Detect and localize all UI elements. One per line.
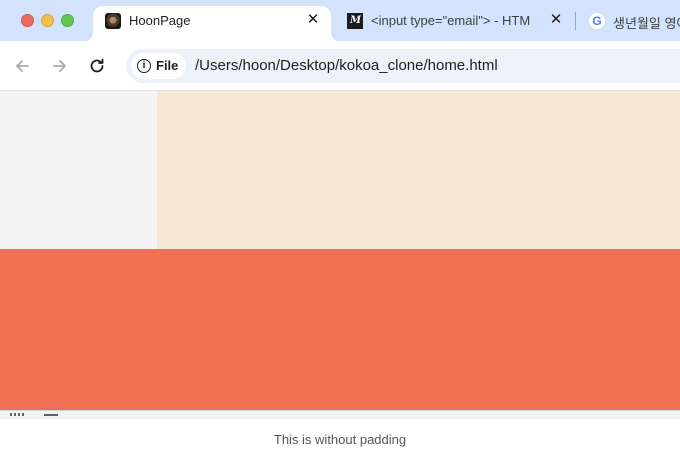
left-box (0, 91, 157, 249)
tab-hoonpage[interactable]: HoonPage ✕ (93, 6, 331, 42)
window-maximize-button[interactable] (61, 14, 74, 27)
drag-handle-icon[interactable] (10, 413, 26, 416)
mdn-icon: M (347, 13, 363, 29)
browser-toolbar: i File /Users/hoon/Desktop/kokoa_clone/h… (0, 41, 680, 91)
coral-box (0, 249, 680, 410)
window-minimize-button[interactable] (41, 14, 54, 27)
window-close-button[interactable] (21, 14, 34, 27)
tab-google-search[interactable]: G 생년월일 영어 (589, 6, 680, 36)
tab-mdn-input-email[interactable]: M <input type="email"> - HTM ✕ (347, 6, 569, 36)
tab-separator (575, 12, 576, 30)
tab-title: 생년월일 영어 (613, 16, 680, 31)
back-button[interactable] (12, 56, 32, 76)
devtools-strip (0, 410, 680, 419)
reload-icon (90, 58, 104, 73)
browser-window: HoonPage ✕ M <input type="email"> - HTM … (0, 0, 680, 449)
url-text[interactable]: /Users/hoon/Desktop/kokoa_clone/home.htm… (195, 57, 498, 74)
info-icon: i (137, 59, 151, 73)
panel-icon (44, 414, 58, 416)
tab-strip: HoonPage ✕ M <input type="email"> - HTM … (0, 0, 680, 42)
page-viewport (0, 91, 680, 410)
google-icon: G (589, 13, 605, 29)
forward-button[interactable] (50, 56, 70, 76)
site-info-label: File (156, 58, 179, 73)
reload-button[interactable] (87, 56, 107, 76)
arrow-right-icon (53, 60, 66, 72)
cream-box (157, 91, 680, 249)
tab-title: <input type="email"> - HTM (371, 13, 531, 28)
close-icon[interactable]: ✕ (304, 11, 322, 29)
address-bar[interactable]: i File /Users/hoon/Desktop/kokoa_clone/h… (126, 49, 680, 83)
site-info-chip[interactable]: i File (131, 53, 186, 79)
arrow-left-icon (16, 60, 29, 72)
tab-title: HoonPage (129, 13, 191, 28)
image-caption: This is without padding (0, 419, 680, 449)
close-icon[interactable]: ✕ (547, 11, 565, 29)
hoon-avatar-icon (105, 13, 121, 29)
